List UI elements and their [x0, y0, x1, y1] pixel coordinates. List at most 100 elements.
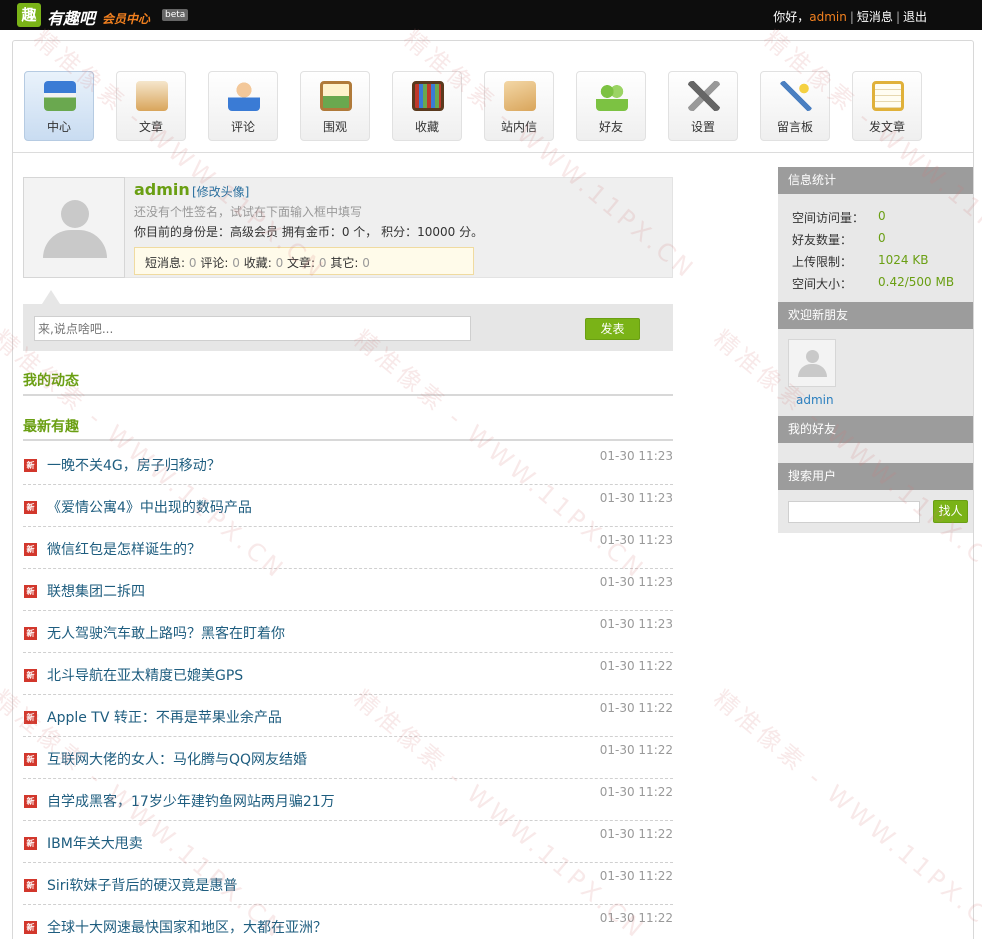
nav-item-favorites[interactable]: 收藏 — [392, 71, 462, 141]
tools-icon — [688, 81, 720, 111]
news-item: 新 IBM年关大甩卖 01-30 11:22 — [23, 821, 673, 863]
latest-heading[interactable]: 最新有趣 — [23, 416, 79, 436]
avatar-head — [806, 350, 819, 363]
username-link[interactable]: admin — [809, 10, 847, 24]
news-title-link[interactable]: 无人驾驶汽车敢上路吗？黑客在盯着你 — [47, 623, 285, 643]
news-item: 新 无人驾驶汽车敢上路吗？黑客在盯着你 01-30 11:23 — [23, 611, 673, 653]
news-time: 01-30 11:22 — [599, 827, 673, 841]
picture-icon — [320, 81, 352, 111]
nav-item-new-article[interactable]: 发文章 — [852, 71, 922, 141]
stat-label: 好友数量： — [792, 233, 853, 247]
new-badge-icon: 新 — [24, 753, 37, 766]
bookshelf-icon — [412, 81, 444, 111]
stat-articles[interactable]: 0 — [319, 256, 327, 270]
news-time: 01-30 11:22 — [599, 743, 673, 757]
news-item: 新 互联网大佬的女人：马化腾与QQ网友结婚 01-30 11:22 — [23, 737, 673, 779]
news-title-link[interactable]: 《爱情公寓4》中出现的数码产品 — [47, 497, 252, 517]
welcome-header: 欢迎新朋友 — [778, 302, 973, 329]
stat-messages[interactable]: 0 — [189, 256, 197, 270]
new-friend-avatar[interactable] — [788, 339, 836, 387]
find-user-button[interactable]: 找人 — [933, 500, 968, 523]
user-search-input[interactable] — [788, 501, 920, 523]
nav-item-guestbook[interactable]: 留言板 — [760, 71, 830, 141]
nav-divider — [13, 152, 973, 153]
beta-badge: beta — [162, 9, 189, 21]
nav-label: 收藏 — [414, 120, 439, 134]
news-time: 01-30 11:23 — [599, 575, 673, 589]
nav-item-center[interactable]: 中心 — [24, 71, 94, 141]
search-users-header: 搜索用户 — [778, 463, 973, 490]
new-badge-icon: 新 — [24, 711, 37, 724]
news-title-link[interactable]: 联想集团二拆四 — [47, 581, 145, 601]
stat-other[interactable]: 0 — [362, 256, 370, 270]
nav-item-friends[interactable]: 好友 — [576, 71, 646, 141]
new-badge-icon: 新 — [24, 837, 37, 850]
profile-name[interactable]: admin — [134, 180, 190, 199]
news-time: 01-30 11:23 — [599, 533, 673, 547]
news-title-link[interactable]: 全球十大网速最快国家和地区，大都在亚洲？ — [47, 917, 327, 937]
stat-label: 其它: — [330, 256, 359, 270]
my-friends-header[interactable]: 我的好友 — [778, 416, 973, 443]
post-button[interactable]: 发表 — [585, 318, 640, 340]
news-title-link[interactable]: 微信红包是怎样诞生的？ — [47, 539, 201, 559]
info-stats-header: 信息统计 — [778, 167, 973, 194]
mail-tray-icon — [136, 81, 168, 111]
section-divider — [23, 394, 673, 396]
new-friend-name[interactable]: admin — [796, 393, 834, 407]
user-menu: 你好，admin | 短消息 | 退出 — [773, 8, 927, 25]
nav-label: 评论 — [230, 120, 255, 134]
stat-favorites[interactable]: 0 — [276, 256, 284, 270]
news-title-link[interactable]: Apple TV 转正：不再是苹果业余产品 — [47, 707, 282, 727]
new-badge-icon: 新 — [24, 879, 37, 892]
news-time: 01-30 11:22 — [599, 785, 673, 799]
nav-item-watch[interactable]: 围观 — [300, 71, 370, 141]
envelope-icon — [504, 81, 536, 111]
magic-wand-icon — [780, 81, 812, 111]
new-badge-icon: 新 — [24, 921, 37, 934]
news-time: 01-30 11:22 — [599, 869, 673, 883]
new-badge-icon: 新 — [24, 669, 37, 682]
edit-avatar-link[interactable]: [修改头像] — [192, 183, 249, 200]
messages-link[interactable]: 短消息 — [857, 10, 893, 24]
nav-item-inbox[interactable]: 站内信 — [484, 71, 554, 141]
news-time: 01-30 11:22 — [599, 701, 673, 715]
top-bar: 趣 有趣吧 会员中心 beta 你好，admin | 短消息 | 退出 — [0, 0, 982, 30]
my-friends-panel — [778, 443, 973, 463]
status-input[interactable] — [34, 316, 471, 341]
news-title-link[interactable]: 北斗导航在亚太精度已媲美GPS — [47, 665, 243, 685]
my-activity-heading[interactable]: 我的动态 — [23, 370, 79, 390]
news-item: 新 北斗导航在亚太精度已媲美GPS 01-30 11:22 — [23, 653, 673, 695]
news-item: 新 全球十大网速最快国家和地区，大都在亚洲？ 01-30 11:22 — [23, 905, 673, 939]
logout-link[interactable]: 退出 — [903, 10, 927, 24]
stat-comments[interactable]: 0 — [232, 256, 240, 270]
avatar-body — [798, 364, 827, 377]
site-name[interactable]: 有趣吧 — [47, 5, 95, 29]
avatar[interactable] — [23, 177, 125, 278]
news-title-link[interactable]: IBM年关大甩卖 — [47, 833, 143, 853]
stat-value: 0.42/500 MB — [878, 275, 955, 289]
user-icon — [228, 81, 260, 111]
news-title-link[interactable]: 一晚不关4G，房子归移动？ — [47, 455, 221, 475]
news-time: 01-30 11:23 — [599, 617, 673, 631]
nav-label: 文章 — [138, 120, 163, 134]
news-title-link[interactable]: 自学成黑客，17岁少年建钓鱼网站两月骗21万 — [47, 791, 335, 811]
nav-label: 好友 — [598, 120, 623, 134]
news-time: 01-30 11:22 — [599, 659, 673, 673]
new-badge-icon: 新 — [24, 627, 37, 640]
friends-icon — [596, 81, 628, 111]
news-item: 新 《爱情公寓4》中出现的数码产品 01-30 11:23 — [23, 485, 673, 527]
nav-label: 中心 — [46, 120, 71, 134]
store-icon — [44, 81, 76, 111]
logo-icon[interactable]: 趣 — [17, 3, 41, 27]
nav-item-settings[interactable]: 设置 — [668, 71, 738, 141]
news-time: 01-30 11:23 — [599, 449, 673, 463]
news-item: 新 Siri软妹子背后的硬汉竟是惠普 01-30 11:22 — [23, 863, 673, 905]
greeting-text: 你好， — [773, 10, 810, 24]
nav-label: 站内信 — [500, 120, 537, 134]
nav-item-comments[interactable]: 评论 — [208, 71, 278, 141]
news-title-link[interactable]: 互联网大佬的女人：马化腾与QQ网友结婚 — [47, 749, 307, 769]
stat-label: 收藏: — [243, 256, 272, 270]
news-title-link[interactable]: Siri软妹子背后的硬汉竟是惠普 — [47, 875, 237, 895]
profile-stats: 短消息: 0 评论: 0 收藏: 0 文章: 0 其它: 0 — [134, 247, 474, 275]
nav-item-articles[interactable]: 文章 — [116, 71, 186, 141]
